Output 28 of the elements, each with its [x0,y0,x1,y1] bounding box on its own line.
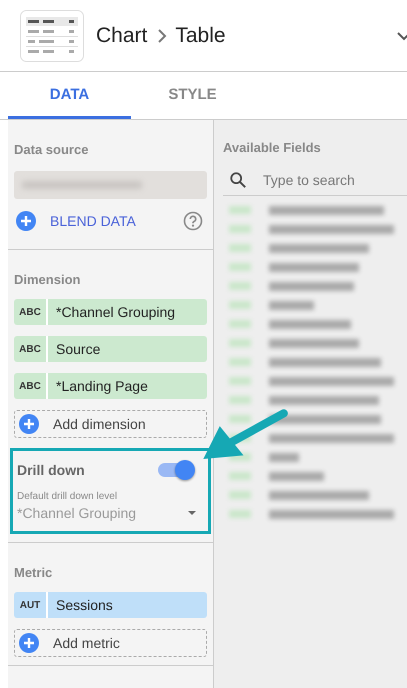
section-heading: Data source [14,142,90,157]
dropdown-arrow-icon [188,511,196,515]
drill-down-label: Drill down [17,462,85,478]
dimension-chip[interactable]: ABC *Landing Page [14,373,207,399]
table-chart-icon [20,10,84,62]
metric-chip[interactable]: AUT Sessions [14,592,207,618]
plus-icon [19,414,39,434]
add-metric-button[interactable]: Add metric [14,629,207,657]
plus-icon [16,211,36,231]
dimension-chip[interactable]: ABC Source [14,336,207,362]
chevron-right-icon [157,28,168,42]
add-dimension-button[interactable]: Add dimension [14,410,207,438]
section-heading: Dimension [14,272,82,287]
chevron-down-icon[interactable] [397,30,407,40]
section-heading: Metric [14,565,54,580]
chart-type-title: Table [175,24,226,48]
search-icon [229,171,247,189]
blurred-field [229,452,299,462]
help-icon[interactable] [183,211,203,231]
search-field[interactable]: Type to search [261,171,395,189]
tab[interactable]: STYLE [131,72,254,119]
section-heading: Available Fields [223,140,322,155]
dropdown-label: Default drill down level [17,491,118,502]
dimension-chip[interactable]: ABC *Channel Grouping [14,299,207,325]
toggle-switch[interactable] [158,463,192,477]
blend-data-button[interactable]: BLEND DATA [14,207,138,235]
plus-icon [19,633,39,653]
chart-title: Chart [96,24,148,48]
